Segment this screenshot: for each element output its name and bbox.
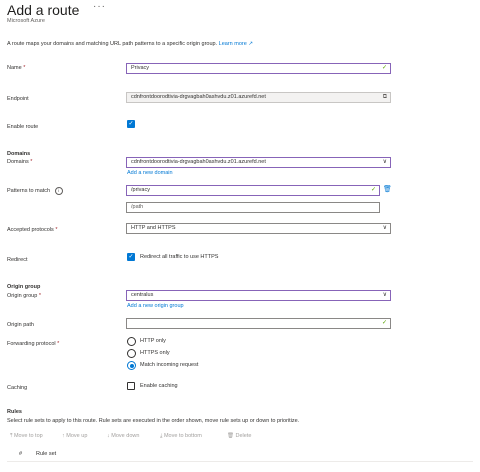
table-header-divider [7, 461, 473, 462]
endpoint-field: cdnfrontdoorodtivia-drgvagbah0ashvdu.z01… [126, 92, 391, 103]
arrow-down-icon: ↓ [107, 433, 110, 439]
check-icon: ✓ [381, 65, 387, 71]
check-icon: ✓ [381, 320, 387, 326]
info-icon[interactable]: i [54, 187, 63, 195]
arrow-up-to-top-icon: ⤒ [10, 433, 13, 439]
description: A route maps your domains and matching U… [7, 41, 253, 47]
patterns-label: Patterns to match i [7, 187, 63, 195]
description-text: A route maps your domains and matching U… [7, 41, 218, 47]
radio-match-request[interactable] [127, 361, 136, 370]
endpoint-label: Endpoint [7, 96, 29, 102]
pattern-input[interactable]: /privacy ✓ [126, 185, 380, 196]
column-header-rule-set[interactable]: Rule set [36, 451, 56, 457]
domains-select[interactable]: cdnfrontdoorodtivia-drgvagbah0ashvdu.z01… [126, 157, 391, 168]
page-subtitle: Microsoft Azure [7, 18, 45, 24]
caching-label: Caching [7, 385, 28, 391]
forwarding-label: Forwarding protocol * [7, 341, 60, 347]
delete-button[interactable]: 🗑 Delete [227, 433, 251, 439]
move-down-button[interactable]: ↓ Move down [107, 433, 139, 439]
redirect-checkbox[interactable]: ✓ [127, 253, 135, 261]
redirect-label: Redirect [7, 257, 28, 263]
domains-label: Domains * [7, 159, 33, 165]
add-domain-link[interactable]: Add a new domain [127, 170, 173, 176]
name-label: Name * [7, 65, 26, 71]
column-header-index: # [19, 451, 23, 457]
caching-checkbox[interactable] [127, 382, 135, 390]
trash-icon: 🗑 [227, 433, 234, 439]
origin-path-label: Origin path [7, 322, 34, 328]
domains-section-heading: Domains [7, 151, 31, 157]
chevron-down-icon: ∨ [382, 292, 387, 298]
radio-https-only[interactable] [127, 349, 136, 358]
enable-route-label: Enable route [7, 124, 39, 130]
protocols-label: Accepted protocols * [7, 227, 58, 233]
move-to-top-button[interactable]: ⤒ Move to top [10, 433, 43, 440]
protocols-select[interactable]: HTTP and HTTPS ∨ [126, 223, 391, 234]
rules-description: Select rule sets to apply to this route.… [7, 418, 300, 424]
chevron-down-icon: ∨ [382, 225, 387, 231]
check-icon: ✓ [370, 187, 376, 193]
move-to-bottom-button[interactable]: ⤓ Move to bottom [160, 433, 202, 440]
origin-group-label: Origin group * [7, 293, 41, 299]
more-actions-button[interactable]: ··· [93, 1, 106, 12]
radio-https-only-label: HTTPS only [140, 350, 170, 356]
origin-path-input[interactable]: ✓ [126, 318, 391, 329]
pattern-input-new[interactable]: /path [126, 202, 380, 213]
add-origin-group-link[interactable]: Add a new origin group [127, 303, 184, 309]
arrow-down-to-bottom-icon: ⤓ [160, 433, 163, 439]
external-link-icon: ↗ [248, 41, 253, 47]
copy-icon[interactable]: ⧉ [383, 93, 387, 102]
chevron-down-icon: ∨ [382, 159, 387, 165]
arrow-up-icon: ↑ [62, 433, 65, 439]
rules-heading: Rules [7, 409, 22, 415]
enable-route-checkbox[interactable]: ✓ [127, 120, 135, 128]
learn-more-link[interactable]: Learn more ↗ [219, 41, 253, 47]
page-title: Add a route [7, 2, 80, 18]
radio-http-only-label: HTTP only [140, 338, 166, 344]
origin-group-select[interactable]: centralus ∨ [126, 290, 391, 301]
name-input[interactable]: Privacy ✓ [126, 63, 391, 74]
move-up-button[interactable]: ↑ Move up [62, 433, 87, 439]
trash-icon[interactable]: 🗑 [383, 185, 392, 193]
origin-section-heading: Origin group [7, 284, 41, 290]
caching-checkbox-label: Enable caching [140, 383, 178, 389]
radio-http-only[interactable] [127, 337, 136, 346]
redirect-checkbox-label: Redirect all traffic to use HTTPS [140, 254, 219, 260]
radio-match-request-label: Match incoming request [140, 362, 199, 368]
